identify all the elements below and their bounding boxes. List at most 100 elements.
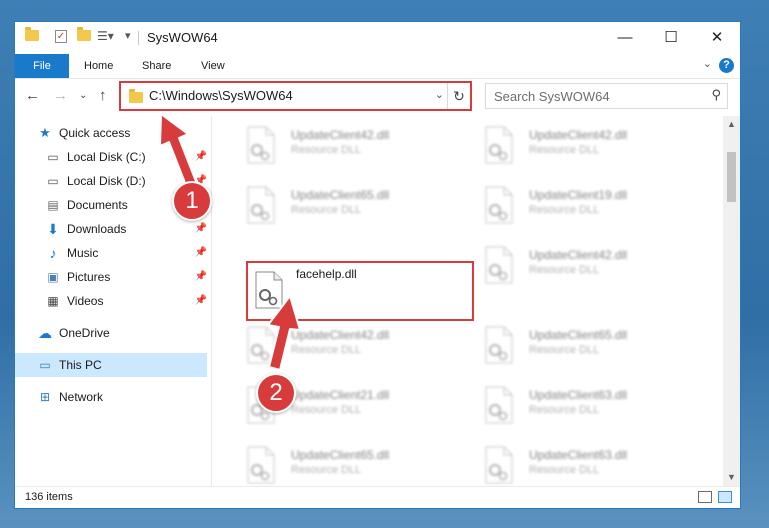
help-icon[interactable]: ? xyxy=(719,58,734,73)
computer-icon: ▭ xyxy=(39,358,51,372)
file-name: UpdateClient65.dll xyxy=(291,448,390,462)
drive-icon: ▭ xyxy=(47,150,59,164)
navigation-pane: ★ Quick access ▭ Local Disk (C:) 📌 ▭ Loc… xyxy=(15,116,212,486)
sidebar-item-music[interactable]: ♪ Music 📌 xyxy=(15,241,208,265)
explorer-window: ✓ ☰▾ ▾ SysWOW64 — ☐ ✕ File Home Share Vi… xyxy=(14,21,741,509)
pin-icon: 📌 xyxy=(194,271,207,282)
folder-icon xyxy=(129,89,143,103)
navigation-bar: ← → ⌄ ↑ C:\Windows\SysWOW64 ⌄ ↻ ⚲ xyxy=(15,79,740,113)
forward-arrow-icon[interactable]: → xyxy=(53,87,68,104)
search-input[interactable] xyxy=(492,88,696,105)
properties-icon[interactable]: ✓ xyxy=(55,30,67,43)
file-item[interactable]: UpdateClient42.dll Resource DLL xyxy=(234,322,464,372)
search-box[interactable]: ⚲ xyxy=(485,83,728,109)
customize-toolbar-icon[interactable]: ☰▾ xyxy=(97,29,114,43)
search-icon[interactable]: ⚲ xyxy=(711,87,721,103)
pictures-icon: ▣ xyxy=(47,270,59,284)
file-item[interactable]: UpdateClient63.dll Resource DLL xyxy=(472,442,702,486)
scroll-thumb[interactable] xyxy=(727,152,736,202)
sidebar-item-label: Documents xyxy=(67,198,128,212)
file-name: UpdateClient65.dll xyxy=(291,188,390,202)
sidebar-item-label: Videos xyxy=(67,294,104,308)
file-list: UpdateClient42.dll Resource DLL UpdateCl… xyxy=(220,116,724,486)
chevron-down-icon[interactable]: ⌄ xyxy=(435,88,444,101)
sidebar-item-onedrive[interactable]: ☁ OneDrive xyxy=(15,321,207,345)
file-description: Resource DLL xyxy=(529,264,600,276)
address-path[interactable]: C:\Windows\SysWOW64 xyxy=(149,88,293,103)
step-2-badge: 2 xyxy=(256,373,296,413)
file-item[interactable]: UpdateClient19.dll Resource DLL xyxy=(472,182,702,232)
step-1-badge: 1 xyxy=(172,181,212,221)
status-bar: 136 items xyxy=(15,486,740,509)
window-title: SysWOW64 xyxy=(147,30,218,45)
up-arrow-icon[interactable]: ↑ xyxy=(99,87,107,104)
sidebar-item-label: Local Disk (D:) xyxy=(67,174,146,188)
sidebar-item-videos[interactable]: ▦ Videos 📌 xyxy=(15,289,207,313)
file-item[interactable]: UpdateClient42.dll Resource DLL xyxy=(472,242,702,292)
sidebar-item-label: Quick access xyxy=(59,126,131,140)
file-name: facehelp.dll xyxy=(296,267,357,281)
dll-file-icon xyxy=(255,271,283,309)
file-name: UpdateClient19.dll xyxy=(529,188,628,202)
refresh-icon[interactable]: ↻ xyxy=(447,83,470,109)
expand-ribbon-icon[interactable]: ⌄ xyxy=(703,57,712,70)
sidebar-item-label: This PC xyxy=(59,358,102,372)
file-description: Resource DLL xyxy=(291,144,362,156)
back-arrow-icon[interactable]: ← xyxy=(25,87,40,104)
file-item[interactable]: UpdateClient65.dll Resource DLL xyxy=(234,182,464,232)
file-description: Resource DLL xyxy=(529,404,600,416)
address-bar[interactable]: C:\Windows\SysWOW64 ⌄ ↻ xyxy=(119,81,472,111)
dll-file-icon xyxy=(485,386,513,424)
file-name: UpdateClient42.dll xyxy=(529,248,628,262)
drive-icon: ▭ xyxy=(47,174,59,188)
file-name: UpdateClient42.dll xyxy=(291,328,390,342)
scroll-up-icon[interactable]: ▲ xyxy=(723,116,740,133)
sidebar-item-network[interactable]: ⊞ Network xyxy=(15,385,207,409)
pin-icon: 📌 xyxy=(194,247,207,258)
file-item[interactable]: UpdateClient63.dll Resource DLL xyxy=(472,382,702,432)
sidebar-item-quick-access[interactable]: ★ Quick access xyxy=(15,121,207,145)
dll-file-icon xyxy=(485,186,513,224)
pin-icon: 📌 xyxy=(194,151,207,162)
scroll-down-icon[interactable]: ▼ xyxy=(723,469,740,486)
new-folder-icon[interactable] xyxy=(77,27,91,41)
ribbon-tabs: File Home Share View ⌄ ? xyxy=(15,54,740,79)
chevron-down-icon[interactable]: ▾ xyxy=(125,29,131,42)
file-description: Resource DLL xyxy=(291,204,362,216)
file-name: UpdateClient21.dll xyxy=(291,388,390,402)
dll-file-icon xyxy=(485,446,513,484)
tab-file[interactable]: File xyxy=(15,54,69,78)
file-description: Resource DLL xyxy=(529,144,600,156)
music-icon: ♪ xyxy=(49,245,57,261)
recent-locations-chevron-icon[interactable]: ⌄ xyxy=(79,90,87,101)
file-description: Resource DLL xyxy=(529,204,600,216)
file-item[interactable]: UpdateClient42.dll Resource DLL xyxy=(472,122,702,172)
file-item[interactable]: UpdateClient42.dll Resource DLL xyxy=(234,122,464,172)
file-name: UpdateClient63.dll xyxy=(529,448,628,462)
documents-icon: ▤ xyxy=(47,198,59,212)
sidebar-item-pictures[interactable]: ▣ Pictures 📌 xyxy=(15,265,207,289)
tab-view[interactable]: View xyxy=(189,54,237,78)
sidebar-item-downloads[interactable]: ⬇ Downloads 📌 xyxy=(15,217,207,241)
dll-file-icon xyxy=(247,186,275,224)
cloud-icon: ☁ xyxy=(38,325,52,341)
close-button[interactable]: ✕ xyxy=(694,22,740,54)
dll-file-icon xyxy=(247,326,275,364)
sidebar-item-local-disk-c[interactable]: ▭ Local Disk (C:) 📌 xyxy=(15,145,207,169)
tab-share[interactable]: Share xyxy=(130,54,183,78)
file-item[interactable]: UpdateClient65.dll Resource DLL xyxy=(472,322,702,372)
tiles-view-icon[interactable] xyxy=(718,491,732,503)
sidebar-item-this-pc[interactable]: ▭ This PC xyxy=(15,353,207,377)
file-item-facehelp[interactable]: facehelp.dll xyxy=(246,261,474,321)
file-name: UpdateClient42.dll xyxy=(291,128,390,142)
file-description: Resource DLL xyxy=(291,464,362,476)
title-bar: ✓ ☰▾ ▾ SysWOW64 — ☐ ✕ xyxy=(15,22,740,54)
minimize-button[interactable]: — xyxy=(602,22,648,54)
vertical-scrollbar[interactable]: ▲ ▼ xyxy=(723,116,740,486)
sidebar-item-label: Pictures xyxy=(67,270,111,284)
dll-file-icon xyxy=(485,246,513,284)
tab-home[interactable]: Home xyxy=(72,54,125,78)
details-view-icon[interactable] xyxy=(698,491,712,503)
file-item[interactable]: UpdateClient65.dll Resource DLL xyxy=(234,442,464,486)
maximize-button[interactable]: ☐ xyxy=(648,22,694,54)
